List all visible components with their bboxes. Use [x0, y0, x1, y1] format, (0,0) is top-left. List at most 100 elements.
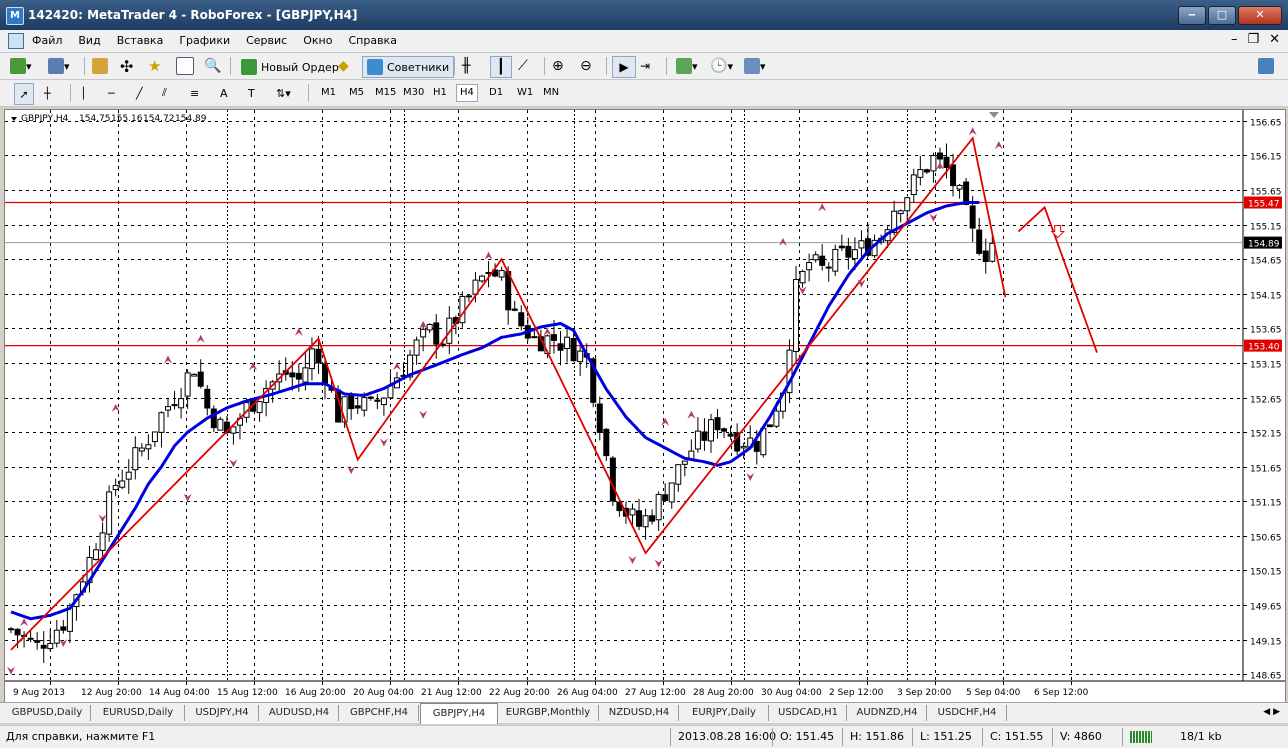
periods-icon[interactable]: 🕒 ▾ — [710, 56, 733, 76]
experts-button[interactable]: Советники — [362, 56, 455, 78]
price-tick-label: 151.15 — [1250, 499, 1282, 509]
tab-scroll-right-icon[interactable]: ▶ — [1273, 707, 1280, 717]
arrows-icon[interactable]: ⇅▾ — [276, 83, 291, 103]
chart-window[interactable]: 156.65 156.15 155.65 155.15 154.65 154.15 153.… — [4, 109, 1286, 703]
fractal-down-icon — [419, 410, 428, 419]
candle-body — [707, 419, 714, 442]
price-tick-label: 154.15 — [1250, 292, 1282, 302]
tab-scroll-left-icon[interactable]: ◀ — [1263, 707, 1270, 717]
data-window-icon[interactable]: ✣ — [120, 56, 133, 76]
candlestick-chart-icon[interactable]: ┃ — [490, 56, 512, 78]
tab-audnzd-h4[interactable]: AUDNZD,H4 — [848, 705, 927, 721]
new-chart-icon[interactable]: ▾ — [10, 56, 32, 76]
candle-body — [348, 395, 355, 410]
tf-m5[interactable]: M5 — [346, 85, 367, 101]
tab-nzdusd-h4[interactable]: NZDUSD,H4 — [600, 705, 679, 721]
zoom-out-icon[interactable]: ⊖ — [580, 56, 592, 76]
tf-w1[interactable]: W1 — [514, 85, 536, 101]
tf-m1[interactable]: M1 — [318, 85, 339, 101]
menu-file[interactable]: Файл — [32, 34, 62, 47]
mdi-close-button[interactable]: ✕ — [1269, 32, 1280, 47]
mdi-restore-button[interactable]: ❐ — [1247, 32, 1259, 47]
mdi-minimize-button[interactable]: – — [1231, 32, 1238, 47]
chart-header-low: 154.72 — [143, 114, 175, 124]
strategy-tester-icon[interactable]: 🔍 — [204, 56, 221, 76]
profiles-icon[interactable]: ▾ — [48, 56, 70, 76]
trendline-icon[interactable]: ╱ — [136, 83, 143, 103]
minimize-button[interactable]: ‒ — [1178, 6, 1206, 25]
tab-usdchf-h4[interactable]: USDCHF,H4 — [928, 705, 1007, 721]
tab-gbpjpy-h4[interactable]: GBPJPY,H4 — [420, 703, 498, 724]
text-label-icon[interactable]: T — [248, 83, 255, 103]
fractal-down-icon — [746, 473, 755, 482]
tf-m30[interactable]: M30 — [400, 85, 427, 101]
chart-window-icon[interactable] — [8, 33, 24, 49]
navigator-icon[interactable]: ★ — [148, 56, 161, 76]
tf-m15[interactable]: M15 — [372, 85, 399, 101]
auto-scroll-icon[interactable]: ▶ — [612, 56, 636, 78]
chart-shift-icon[interactable]: ⇥ — [640, 56, 650, 76]
price-chart[interactable]: 156.65 156.15 155.65 155.15 154.65 154.15 153.… — [5, 110, 1285, 702]
menu-tools[interactable]: Сервис — [246, 34, 287, 47]
tf-h4[interactable]: H4 — [456, 84, 478, 102]
indicators-icon[interactable]: ▾ — [676, 56, 698, 76]
fractal-up-icon — [778, 237, 787, 246]
close-button[interactable]: ✕ — [1238, 6, 1282, 25]
menu-view[interactable]: Вид — [78, 34, 100, 47]
time-tick-label: 2 Sep 12:00 — [829, 688, 884, 698]
text-icon[interactable]: A — [220, 83, 228, 103]
tab-usdjpy-h4[interactable]: USDJPY,H4 — [186, 705, 259, 721]
tf-d1[interactable]: D1 — [486, 85, 506, 101]
menu-charts[interactable]: Графики — [179, 34, 230, 47]
menu-window[interactable]: Окно — [303, 34, 332, 47]
time-tick-label: 6 Sep 12:00 — [1034, 688, 1089, 698]
candle-body — [184, 372, 191, 397]
bar-chart-icon[interactable]: ╫ — [462, 56, 470, 76]
candle-body — [714, 417, 721, 431]
terminal-icon[interactable] — [176, 56, 194, 76]
zoom-in-icon[interactable]: ⊕ — [552, 56, 564, 76]
equidistant-channel-icon[interactable]: ⫽ — [162, 83, 167, 103]
candle-body — [727, 433, 734, 437]
candle-body — [675, 464, 682, 485]
tab-gbpchf-h4[interactable]: GBPCHF,H4 — [340, 705, 419, 721]
line-chart-icon[interactable]: ⟋ — [518, 56, 528, 76]
candle-body — [361, 397, 368, 411]
candle-body — [40, 644, 47, 649]
tf-mn[interactable]: MN — [540, 85, 562, 101]
candle-body — [740, 445, 747, 449]
candle-body — [315, 348, 322, 364]
candle-body — [629, 508, 636, 516]
metaeditor-icon[interactable]: ◆ — [338, 56, 349, 76]
crosshair-icon[interactable]: ┼ — [44, 83, 51, 103]
tab-eurusd-daily[interactable]: EURUSD,Daily — [92, 705, 185, 721]
menu-help[interactable]: Справка — [348, 34, 396, 47]
menu-insert[interactable]: Вставка — [117, 34, 164, 47]
tab-usdcad-h1[interactable]: USDCAD,H1 — [770, 705, 847, 721]
tab-gbpusd-daily[interactable]: GBPUSD,Daily — [4, 705, 91, 721]
templates-icon[interactable]: ▾ — [744, 56, 766, 76]
tab-eurjpy-daily[interactable]: EURJPY,Daily — [680, 705, 769, 721]
fibonacci-icon[interactable]: ≡ — [190, 83, 199, 103]
time-tick-label: 21 Aug 12:00 — [421, 688, 482, 698]
market-watch-icon[interactable] — [92, 56, 108, 76]
time-tick-label: 26 Aug 04:00 — [557, 688, 618, 698]
candle-body — [825, 266, 832, 269]
candle-body — [943, 156, 950, 168]
info-icon[interactable] — [1258, 56, 1274, 76]
horizontal-line-icon[interactable]: ─ — [108, 83, 115, 103]
candle-body — [642, 515, 649, 528]
fractal-down-icon — [183, 493, 192, 502]
tab-audusd-h4[interactable]: AUDUSD,H4 — [260, 705, 339, 721]
vertical-line-icon[interactable]: │ — [80, 83, 87, 103]
tf-h1[interactable]: H1 — [430, 85, 450, 101]
price-tick-label: 152.65 — [1250, 396, 1282, 406]
maximize-button[interactable]: □ — [1208, 6, 1236, 25]
candle-body — [930, 155, 937, 172]
new-order-button[interactable]: Новый Ордер — [236, 56, 344, 78]
candle-body — [420, 328, 427, 338]
cursor-icon[interactable]: ➚ — [14, 83, 34, 105]
tab-eurgbp-monthly[interactable]: EURGBP,Monthly — [498, 705, 599, 721]
candle-body — [609, 457, 616, 502]
candle-body — [982, 250, 989, 263]
